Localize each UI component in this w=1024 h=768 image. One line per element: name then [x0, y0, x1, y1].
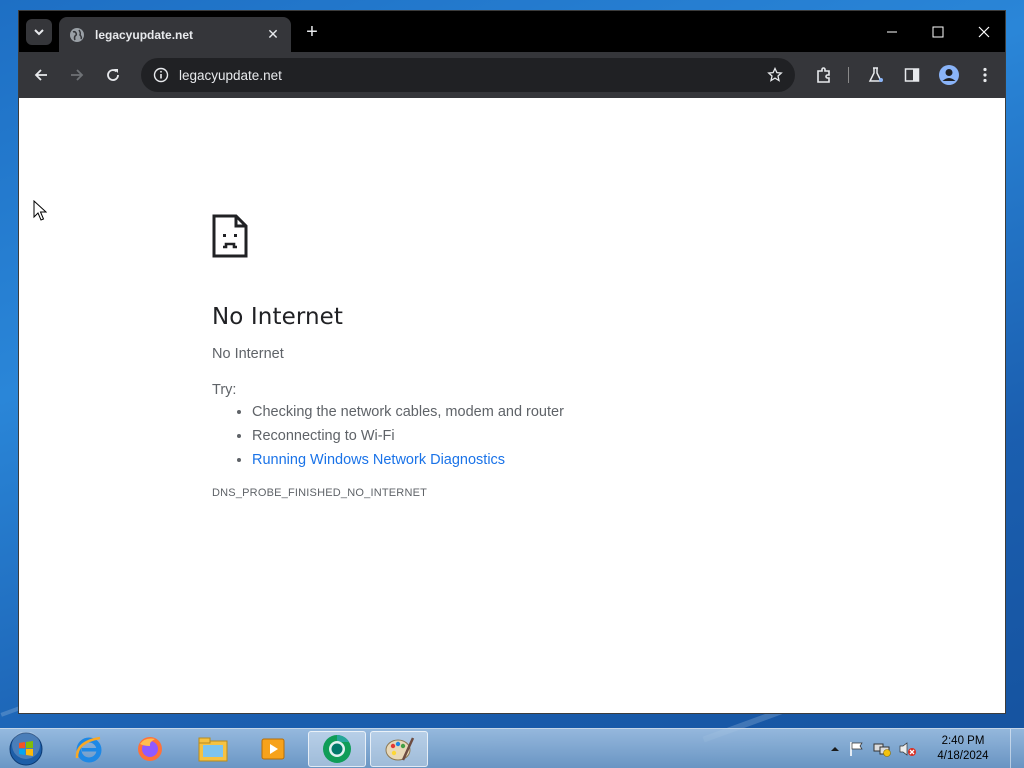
toolbar-divider: [848, 67, 849, 83]
browser-toolbar: legacyupdate.net: [19, 52, 1005, 98]
more-vertical-icon: [983, 67, 987, 83]
menu-button[interactable]: [971, 61, 999, 89]
minimize-button[interactable]: [869, 11, 915, 52]
suggestions-list: Checking the network cables, modem and r…: [252, 404, 812, 468]
taskbar: 2:40 PM 4/18/2024: [0, 728, 1024, 768]
maximize-button[interactable]: [915, 11, 961, 52]
media-player-icon: [261, 738, 285, 760]
bookmark-star-icon[interactable]: [767, 67, 783, 83]
system-tray: 2:40 PM 4/18/2024: [828, 729, 1024, 768]
suggestion-item: Reconnecting to Wi-Fi: [252, 428, 812, 444]
chrome-icon: [323, 735, 351, 763]
forward-button[interactable]: [63, 61, 91, 89]
file-explorer-icon: [198, 737, 228, 762]
tab-close-icon[interactable]: ✕: [265, 26, 281, 43]
error-container: No Internet No Internet Try: Checking th…: [212, 214, 812, 499]
avatar-icon: [939, 65, 959, 85]
sad-page-icon: [212, 214, 248, 258]
taskbar-internet-explorer[interactable]: [60, 731, 118, 767]
reload-button[interactable]: [99, 61, 127, 89]
taskbar-paint[interactable]: [370, 731, 428, 767]
network-disconnected-icon[interactable]: [872, 740, 892, 758]
labs-button[interactable]: [862, 61, 890, 89]
browser-tab[interactable]: legacyupdate.net ✕: [59, 17, 291, 52]
show-desktop-button[interactable]: [1010, 729, 1024, 768]
address-bar[interactable]: legacyupdate.net: [141, 58, 795, 92]
suggestion-item: Checking the network cables, modem and r…: [252, 404, 812, 420]
suggestion-text: Checking the network cables, modem and r…: [252, 404, 564, 420]
clock-time: 2:40 PM: [941, 735, 985, 747]
puzzle-icon: [817, 67, 830, 83]
profile-button[interactable]: [935, 61, 963, 89]
flask-icon: [868, 67, 883, 82]
show-hidden-icons-icon[interactable]: [828, 742, 842, 756]
taskbar-file-explorer[interactable]: [184, 731, 242, 767]
taskbar-firefox[interactable]: [121, 731, 179, 767]
close-window-button[interactable]: [961, 11, 1007, 52]
error-subheading: No Internet: [212, 346, 284, 362]
start-button[interactable]: [6, 730, 46, 768]
network-diagnostics-link[interactable]: Running Windows Network Diagnostics: [252, 452, 505, 468]
reload-icon: [107, 69, 119, 81]
title-bar: legacyupdate.net ✕ +: [19, 11, 1005, 52]
mouse-cursor-icon: [33, 200, 47, 221]
internet-explorer-icon: [75, 736, 102, 763]
globe-icon: [70, 27, 84, 42]
side-panel-button[interactable]: [898, 61, 926, 89]
taskbar-chrome[interactable]: [308, 731, 366, 767]
suggestion-item: Running Windows Network Diagnostics: [252, 452, 812, 468]
browser-window: legacyupdate.net ✕ + legacyupdate.net No…: [18, 10, 1006, 714]
info-icon[interactable]: [153, 67, 169, 83]
arrow-right-icon: [71, 69, 84, 81]
minimize-icon: [887, 31, 897, 32]
maximize-icon: [932, 26, 944, 37]
tab-search-button[interactable]: [26, 19, 52, 45]
suggestion-text: Reconnecting to Wi-Fi: [252, 428, 395, 444]
action-center-flag-icon[interactable]: [848, 740, 866, 758]
extensions-button[interactable]: [810, 61, 838, 89]
windows-orb-icon: [9, 732, 43, 766]
volume-muted-icon[interactable]: [898, 740, 918, 758]
address-bar-url[interactable]: legacyupdate.net: [179, 68, 767, 83]
close-icon: [978, 26, 990, 37]
tab-title: legacyupdate.net: [95, 27, 194, 42]
error-heading: No Internet: [212, 304, 344, 330]
side-panel-icon: [904, 68, 920, 82]
back-button[interactable]: [27, 61, 55, 89]
error-code: DNS_PROBE_FINISHED_NO_INTERNET: [212, 487, 428, 499]
firefox-icon: [138, 737, 162, 761]
arrow-left-icon: [34, 69, 47, 81]
try-label: Try:: [212, 382, 237, 398]
taskbar-media-player[interactable]: [244, 731, 302, 767]
clock-date: 4/18/2024: [937, 750, 989, 762]
new-tab-button[interactable]: +: [301, 21, 323, 43]
clock[interactable]: 2:40 PM 4/18/2024: [928, 734, 998, 764]
paint-icon: [385, 737, 415, 761]
chevron-down-icon: [34, 29, 44, 36]
page-content: No Internet No Internet Try: Checking th…: [19, 98, 1005, 713]
